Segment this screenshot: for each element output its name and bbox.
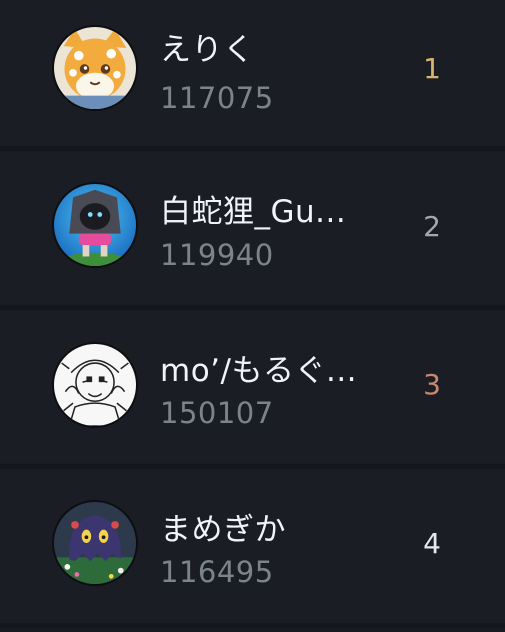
player-name: mo’/もるぐ...	[160, 353, 358, 389]
divider	[0, 305, 505, 310]
leaderboard-row[interactable]: mo’/もるぐ... 150107 3	[0, 311, 505, 463]
divider	[0, 464, 505, 469]
player-name: えりく	[160, 32, 255, 68]
divider	[0, 146, 505, 151]
player-score: 117075	[160, 81, 274, 115]
lineart-character-avatar-icon	[52, 342, 138, 428]
leaderboard-row[interactable]: まめぎか 116495 4	[0, 470, 505, 622]
wolf-character-avatar-icon	[52, 182, 138, 268]
player-score: 119940	[160, 238, 274, 272]
fox-character-avatar-icon	[52, 25, 138, 111]
player-score: 150107	[160, 396, 274, 430]
rank-number: 3	[423, 368, 441, 401]
player-score: 116495	[160, 555, 274, 589]
rank-number: 1	[423, 52, 441, 85]
rank-number: 4	[423, 527, 441, 560]
divider	[0, 623, 505, 628]
player-name: まめぎか	[160, 512, 286, 548]
leaderboard-row[interactable]: 白蛇狸_Gu... 119940 2	[0, 152, 505, 304]
player-name: 白蛇狸_Gu...	[160, 194, 347, 230]
leaderboard-row[interactable]: えりく 117075 1	[0, 0, 505, 146]
rank-number: 2	[423, 210, 441, 243]
ghost-character-avatar-icon	[52, 500, 138, 586]
leaderboard-list: えりく 117075 1 白蛇狸_Gu... 119940 2 mo’/もるぐ.…	[0, 0, 505, 632]
